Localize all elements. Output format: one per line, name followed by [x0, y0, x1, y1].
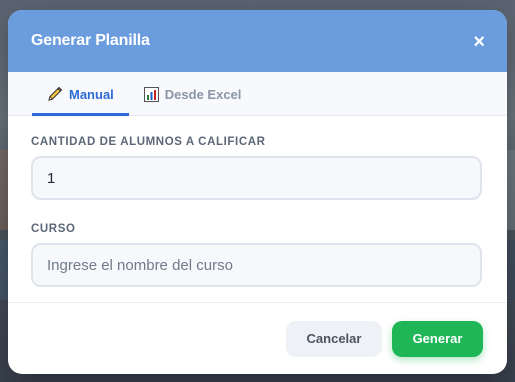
curso-field-group: CURSO — [31, 223, 484, 287]
cantidad-alumnos-input[interactable] — [31, 156, 482, 200]
tab-bar: Manual Desde Excel — [8, 72, 507, 116]
tab-manual-label: Manual — [69, 86, 114, 102]
generar-planilla-modal: Generar Planilla × Manual Desde Excel CA… — [8, 10, 507, 374]
cantidad-label: CANTIDAD DE ALUMNOS A CALIFICAR — [31, 136, 266, 148]
cancel-button[interactable]: Cancelar — [286, 320, 382, 357]
cantidad-field-group: CANTIDAD DE ALUMNOS A CALIFICAR — [31, 136, 484, 200]
curso-label: CURSO — [31, 223, 76, 235]
tab-desde-excel-label: Desde Excel — [164, 86, 242, 102]
modal-header: Generar Planilla × — [8, 10, 507, 72]
tab-desde-excel[interactable]: Desde Excel — [129, 72, 257, 116]
modal-body: CANTIDAD DE ALUMNOS A CALIFICAR CURSO — [8, 116, 507, 287]
modal-title: Generar Planilla — [31, 32, 150, 49]
pencil-icon — [47, 86, 63, 102]
tab-manual[interactable]: Manual — [32, 72, 129, 116]
bar-chart-icon — [143, 86, 159, 102]
curso-input[interactable] — [31, 243, 482, 287]
modal-footer: Cancelar Generar — [8, 302, 507, 374]
generar-button[interactable]: Generar — [392, 320, 483, 357]
close-icon[interactable]: × — [473, 32, 485, 52]
